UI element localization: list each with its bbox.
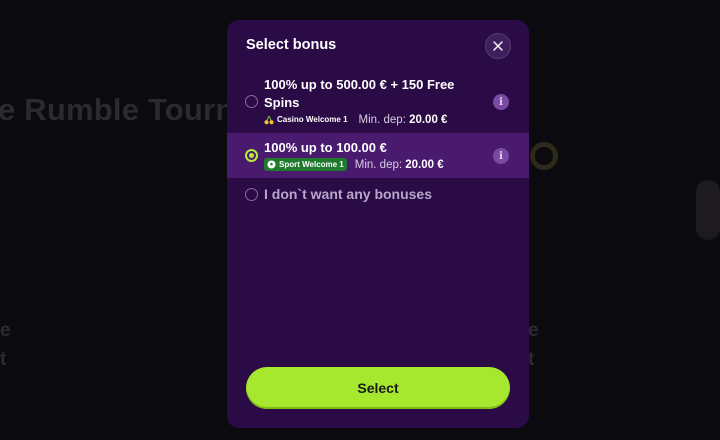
min-deposit-value: 20.00 € (409, 113, 448, 126)
soccer-ball-icon (267, 160, 276, 169)
bonus-option-none[interactable]: I don`t want any bonuses (227, 180, 529, 208)
modal-title: Select bonus (246, 37, 337, 53)
bonus-option-meta: Casino Welcome 1 Min. dep: 20.00 € (264, 113, 447, 126)
background-decoration (696, 180, 720, 240)
modal-header: Select bonus (227, 20, 529, 72)
bonus-option-title: I don`t want any bonuses (264, 186, 433, 202)
bonus-option-casino[interactable]: 100% up to 500.00 € + 150 Free Spins Cas… (227, 72, 529, 131)
bonus-badge: Casino Welcome 1 (264, 113, 351, 126)
min-deposit-label: Min. dep: (354, 158, 403, 171)
radio-button[interactable] (245, 95, 258, 108)
bonus-badge-label: Sport Welcome 1 (279, 160, 344, 169)
bonus-badge: Sport Welcome 1 (264, 158, 347, 171)
bonus-option-title: 100% up to 100.00 € (264, 140, 387, 155)
bonus-option-sport[interactable]: 100% up to 100.00 € Sport Welcome 1 Min.… (227, 133, 529, 178)
select-button[interactable]: Select (246, 367, 510, 409)
min-deposit: Min. dep: 20.00 € (355, 159, 444, 171)
background-page-title: e Rumble Tourn (0, 92, 235, 127)
select-bonus-modal: Select bonus 100% up to 500.00 € + 150 F… (227, 20, 529, 428)
bonus-badge-label: Casino Welcome 1 (277, 115, 348, 124)
info-icon[interactable]: i (493, 94, 509, 110)
background-text-fragment: e (0, 320, 11, 341)
min-deposit-value: 20.00 € (405, 158, 444, 171)
background-text-fragment: t (0, 349, 7, 370)
background-decoration (530, 142, 558, 170)
bonus-option-meta: Sport Welcome 1 Min. dep: 20.00 € (264, 158, 444, 171)
min-deposit: Min. dep: 20.00 € (359, 114, 448, 126)
background-text-fragment: e (528, 320, 539, 341)
close-icon (493, 41, 503, 51)
cherries-icon (264, 115, 274, 124)
close-button[interactable] (485, 33, 511, 59)
min-deposit-label: Min. dep: (358, 113, 406, 126)
radio-button-selected[interactable] (245, 149, 258, 162)
bonus-option-title: 100% up to 500.00 € + 150 Free Spins (264, 77, 455, 110)
radio-button[interactable] (245, 188, 258, 201)
info-icon[interactable]: i (493, 148, 509, 164)
